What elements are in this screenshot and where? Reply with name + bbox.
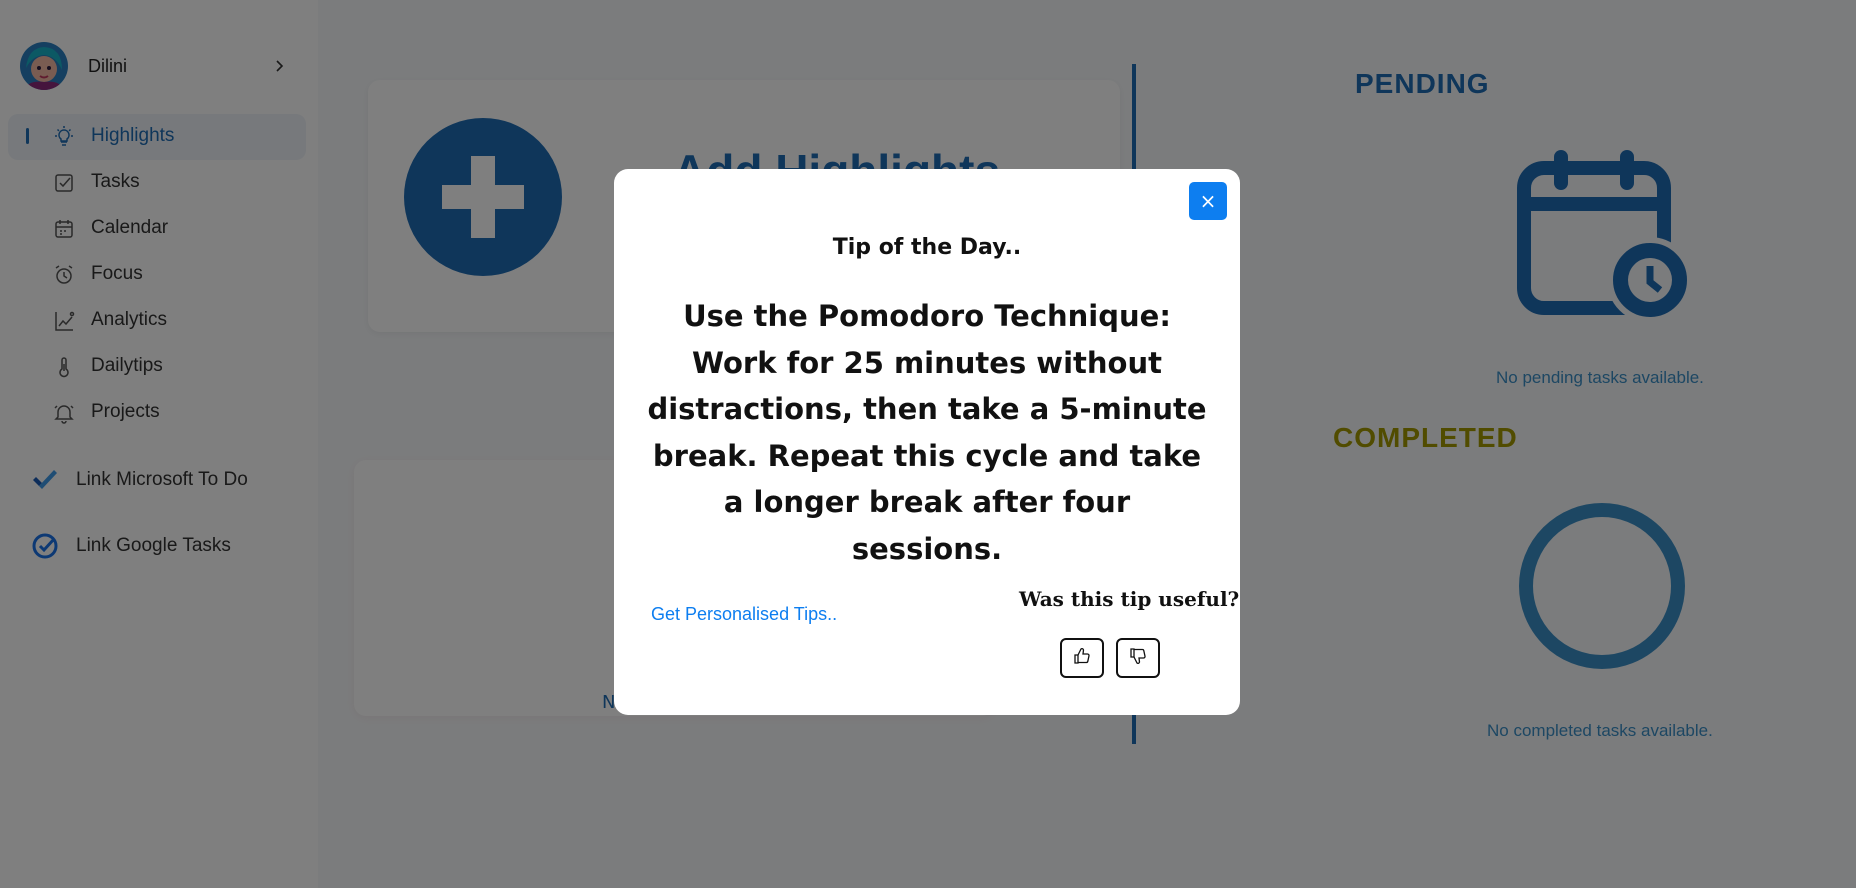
tip-text: Use the Pomodoro Technique: Work for 25 … [647,299,1207,566]
tip-of-the-day-modal: × Tip of the Day.. Use the Pomodoro Tech… [614,169,1240,715]
get-personalised-tips-link[interactable]: Get Personalised Tips.. [651,604,837,625]
thumbs-up-button[interactable] [1060,638,1104,678]
feedback-question: Was this tip useful? [1019,587,1240,611]
thumbs-down-button[interactable] [1116,638,1160,678]
thumbs-up-icon [1073,647,1091,669]
close-button[interactable]: × [1189,182,1227,220]
modal-heading: Tip of the Day.. [832,235,1022,260]
thumbs-down-icon [1129,647,1147,669]
